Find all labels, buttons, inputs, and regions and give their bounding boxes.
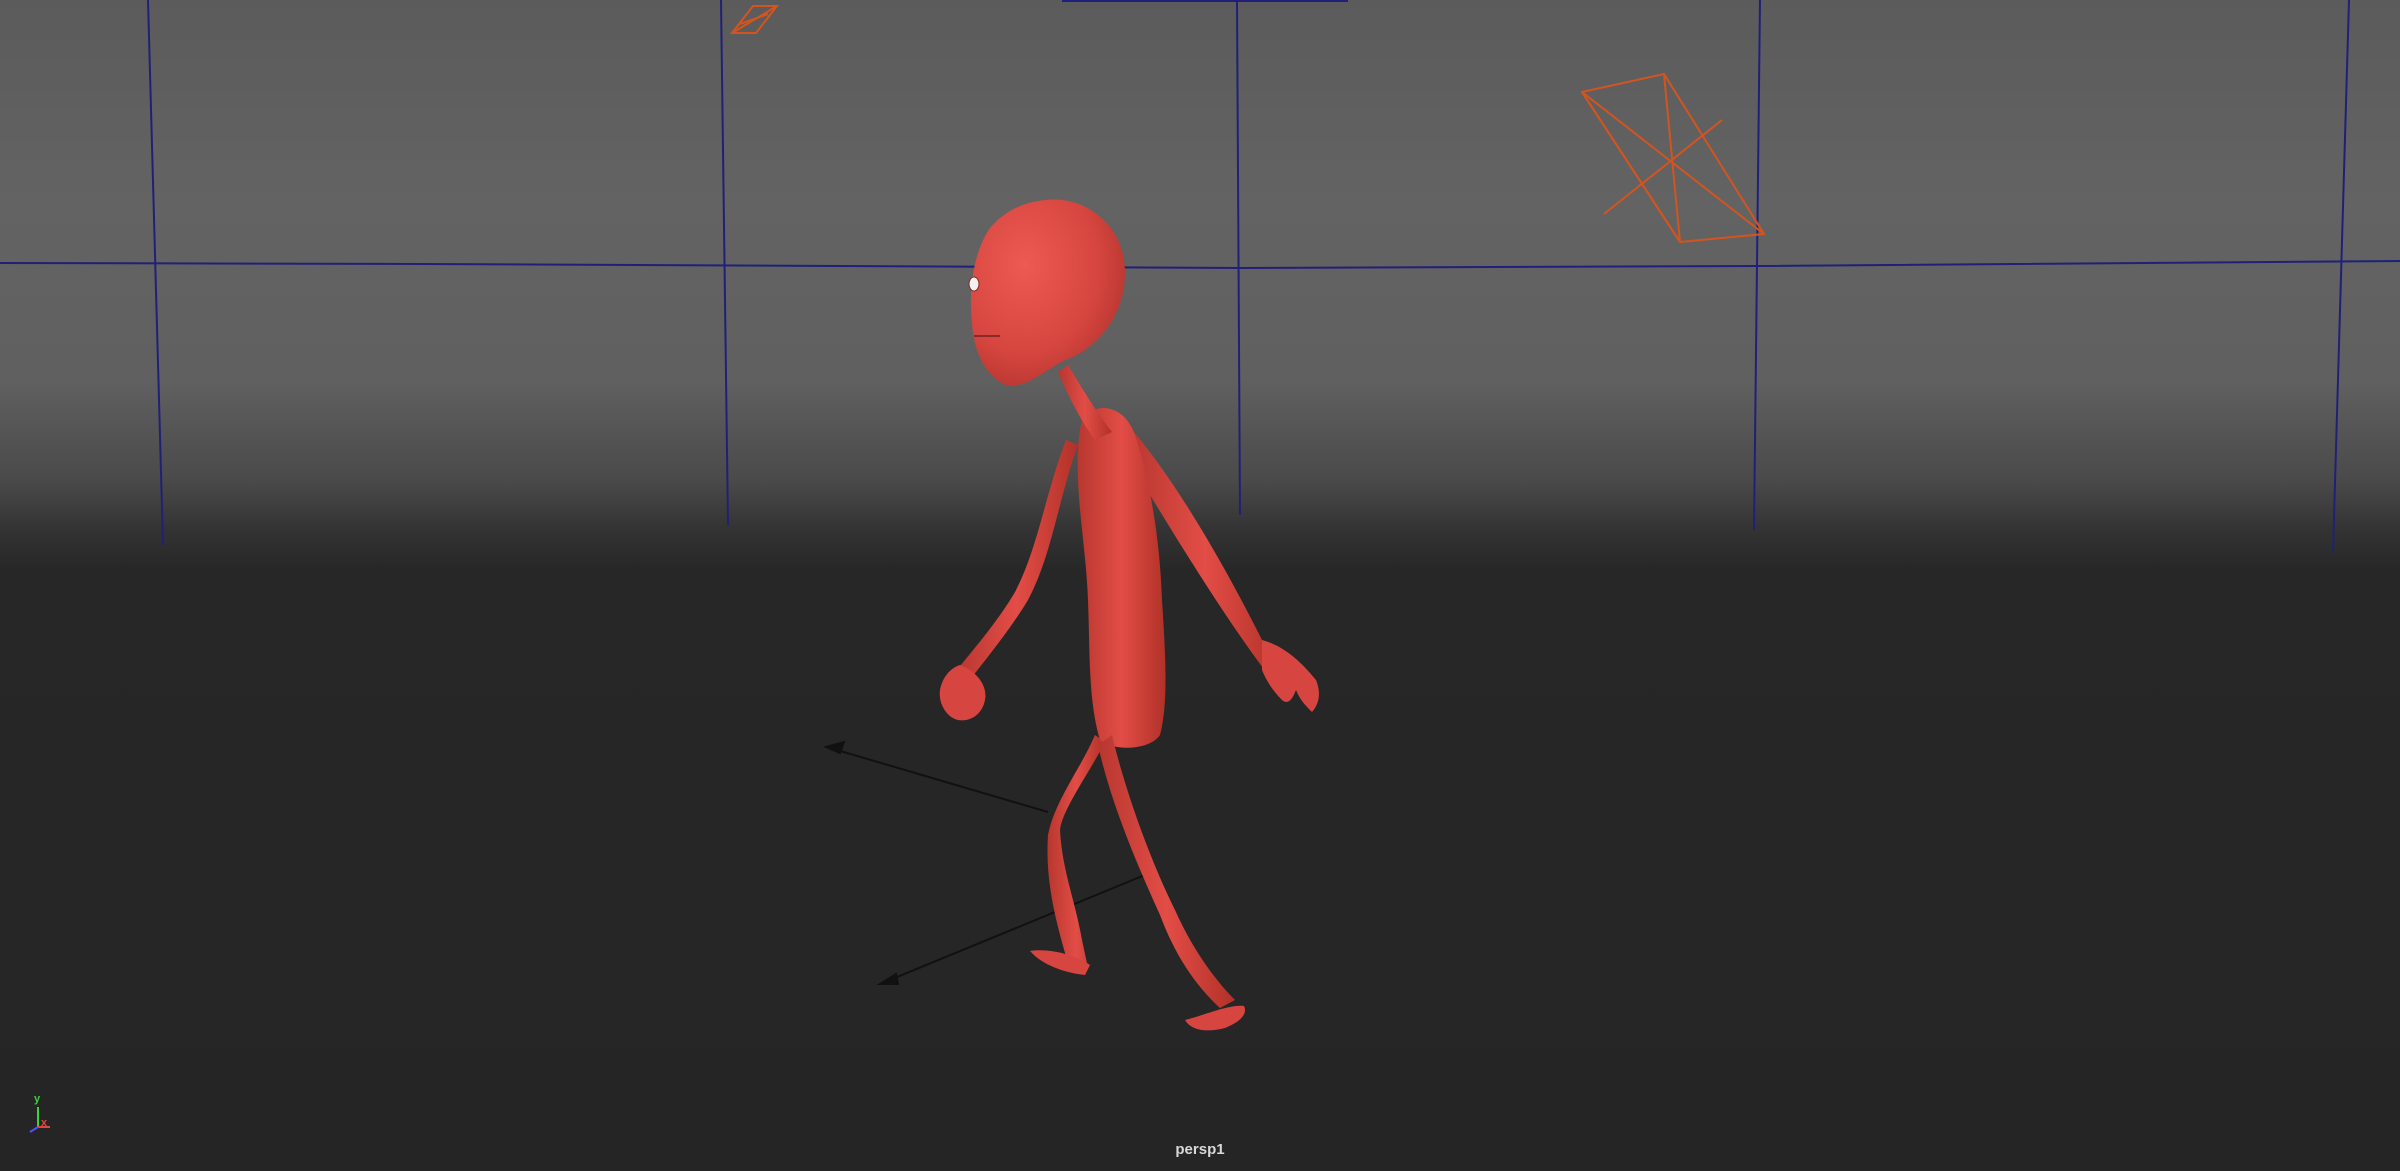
character-back-hand [1262, 640, 1319, 712]
character-back-leg [1047, 735, 1105, 970]
camera-name-label: persp1 [1175, 1141, 1225, 1158]
grid-line [720, 0, 729, 526]
character-head [970, 199, 1125, 386]
grid-line-horizontal [0, 260, 2400, 270]
character-front-hand [939, 665, 986, 721]
camera-wireframe-icon[interactable] [1580, 72, 1766, 244]
axis-y-label: y [34, 1093, 41, 1105]
move-manipulator[interactable] [822, 740, 1153, 985]
character-front-leg [1098, 735, 1235, 1008]
character-front-foot [1185, 1005, 1246, 1031]
grid-line [2332, 0, 2350, 553]
grid-line [147, 0, 164, 546]
grid-line [1753, 0, 1761, 531]
maya-3d-viewport[interactable]: y x persp1 [0, 0, 2400, 1171]
light-locator-icon[interactable] [729, 5, 780, 34]
walking-character[interactable] [939, 199, 1319, 1031]
scene-canvas[interactable] [0, 0, 2400, 1171]
grid-lines [0, 0, 2400, 553]
axis-x-label: x [41, 1117, 48, 1129]
grid-line [1236, 0, 1241, 516]
character-eye [968, 276, 980, 292]
character-front-arm [955, 440, 1078, 685]
